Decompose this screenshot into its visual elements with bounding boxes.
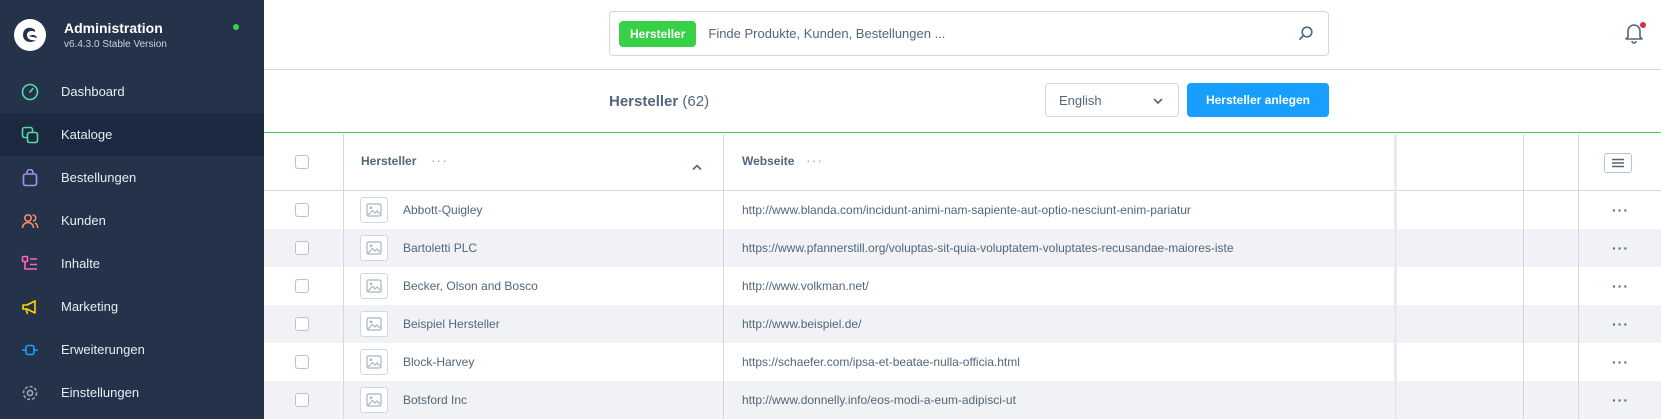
notification-indicator [1640,22,1646,28]
table-row[interactable]: Beispiel Hersteller http://www.beispiel.d… [264,305,1661,343]
sidebar-item-kataloge[interactable]: Kataloge [0,113,264,156]
column-name-menu[interactable]: ··· [431,152,448,168]
gauge-icon [20,82,40,102]
column-header-website[interactable]: Webseite [742,154,794,168]
row-actions-button[interactable]: ··· [1612,278,1629,294]
plug-icon [20,340,40,360]
row-actions-button[interactable]: ··· [1612,354,1629,370]
search-type-badge[interactable]: Hersteller [619,20,697,47]
manufacturer-name[interactable]: Bartoletti PLC [403,241,477,255]
manufacturer-website: http://www.donnelly.info/eos-modi-a-eum-… [742,393,1016,407]
sort-ascending-icon[interactable] [692,158,702,176]
row-checkbox[interactable] [295,317,309,331]
image-placeholder-icon [360,197,388,223]
grid-body: Abbott-Quigley http://www.blanda.com/inci… [264,191,1661,419]
manufacturer-name[interactable]: Botsford Inc [403,393,467,407]
manufacturer-website: https://www.pfannerstill.org/voluptas-si… [742,241,1234,255]
manufacturer-name[interactable]: Becker, Olson and Bosco [403,279,538,293]
online-status-dot [233,24,239,30]
page-title: Hersteller (62) [609,93,709,110]
top-bar: Hersteller [264,0,1661,70]
sidebar-item-label: Erweiterungen [61,342,145,357]
column-website-menu[interactable]: ··· [806,152,823,168]
sidebar-item-label: Inhalte [61,256,101,271]
grid-settings-button[interactable] [1604,153,1632,173]
manufacturer-website: https://schaefer.com/ipsa-et-beatae-null… [742,355,1020,369]
main-nav: Dashboard Kataloge Bestellungen Kunden I… [0,70,264,414]
image-placeholder-icon [360,273,388,299]
row-checkbox[interactable] [295,241,309,255]
content-icon [20,254,40,274]
sidebar-item-erweiterungen[interactable]: Erweiterungen [0,328,264,371]
sidebar-item-bestellungen[interactable]: Bestellungen [0,156,264,199]
megaphone-icon [20,297,40,317]
row-checkbox[interactable] [295,279,309,293]
column-divider [343,134,344,419]
grid-scroll-edge [1394,134,1397,419]
language-select[interactable]: English [1045,83,1179,117]
row-actions-button[interactable]: ··· [1612,202,1629,218]
manufacturer-name[interactable]: Abbott-Quigley [403,203,482,217]
gear-icon [20,383,40,403]
grid-header: Hersteller ··· Webseite ··· [264,134,1661,191]
image-placeholder-icon [360,349,388,375]
sidebar-item-label: Dashboard [61,84,125,99]
search-input[interactable] [708,26,1289,41]
shopware-logo-icon[interactable] [14,19,46,51]
column-divider [1523,134,1524,419]
app-title: Administration [64,20,163,36]
sidebar-item-label: Kataloge [61,127,113,142]
manufacturer-name[interactable]: Block-Harvey [403,355,474,369]
row-actions-button[interactable]: ··· [1612,240,1629,256]
manufacturer-website: http://www.beispiel.de/ [742,317,862,331]
sidebar-item-marketing[interactable]: Marketing [0,285,264,328]
sidebar-item-label: Einstellungen [61,385,140,400]
table-row[interactable]: Bartoletti PLC https://www.pfannerstill.o… [264,229,1661,267]
row-checkbox[interactable] [295,393,309,407]
table-row[interactable]: Block-Harvey https://schaefer.com/ipsa-et… [264,343,1661,381]
global-search[interactable]: Hersteller [609,11,1329,56]
table-row[interactable]: Becker, Olson and Bosco http://www.volkma… [264,267,1661,305]
row-actions-button[interactable]: ··· [1612,316,1629,332]
sidebar-item-label: Kunden [61,213,106,228]
column-divider [723,134,724,419]
column-header-name[interactable]: Hersteller [361,154,416,168]
sidebar: Administration v6.4.3.0 Stable Version D… [0,0,264,419]
manufacturer-grid: Hersteller ··· Webseite ··· Abbott-Quigl… [264,134,1661,419]
sidebar-item-kunden[interactable]: Kunden [0,199,264,242]
brand: Administration v6.4.3.0 Stable Version [0,0,264,70]
sidebar-item-inhalte[interactable]: Inhalte [0,242,264,285]
brand-text: Administration v6.4.3.0 Stable Version [64,20,167,50]
sidebar-item-einstellungen[interactable]: Einstellungen [0,371,264,414]
row-actions-button[interactable]: ··· [1612,392,1629,408]
column-divider [1578,134,1579,419]
table-row[interactable]: Botsford Inc http://www.donnelly.info/eos… [264,381,1661,419]
chevron-down-icon [1152,95,1164,110]
search-icon[interactable] [1298,25,1314,46]
users-icon [20,211,40,231]
create-manufacturer-button[interactable]: Hersteller anlegen [1187,83,1329,117]
manufacturer-website: http://www.volkman.net/ [742,279,869,293]
manufacturer-name[interactable]: Beispiel Hersteller [403,317,500,331]
sidebar-item-dashboard[interactable]: Dashboard [0,70,264,113]
page-title-count: (62) [682,93,710,110]
image-placeholder-icon [360,311,388,337]
image-placeholder-icon [360,235,388,261]
app-version: v6.4.3.0 Stable Version [64,39,167,50]
sidebar-item-label: Bestellungen [61,170,137,185]
table-row[interactable]: Abbott-Quigley http://www.blanda.com/inci… [264,191,1661,229]
sidebar-item-label: Marketing [61,299,119,314]
products-icon [20,125,40,145]
page-title-text: Hersteller [609,93,679,110]
page-header: Hersteller (62) English Hersteller anleg… [264,70,1661,133]
shopping-bag-icon [20,168,40,188]
row-checkbox[interactable] [295,355,309,369]
select-all-checkbox[interactable] [295,155,309,169]
language-select-value: English [1059,92,1102,108]
manufacturer-website: http://www.blanda.com/incidunt-animi-nam… [742,203,1191,217]
row-checkbox[interactable] [295,203,309,217]
image-placeholder-icon [360,387,388,413]
